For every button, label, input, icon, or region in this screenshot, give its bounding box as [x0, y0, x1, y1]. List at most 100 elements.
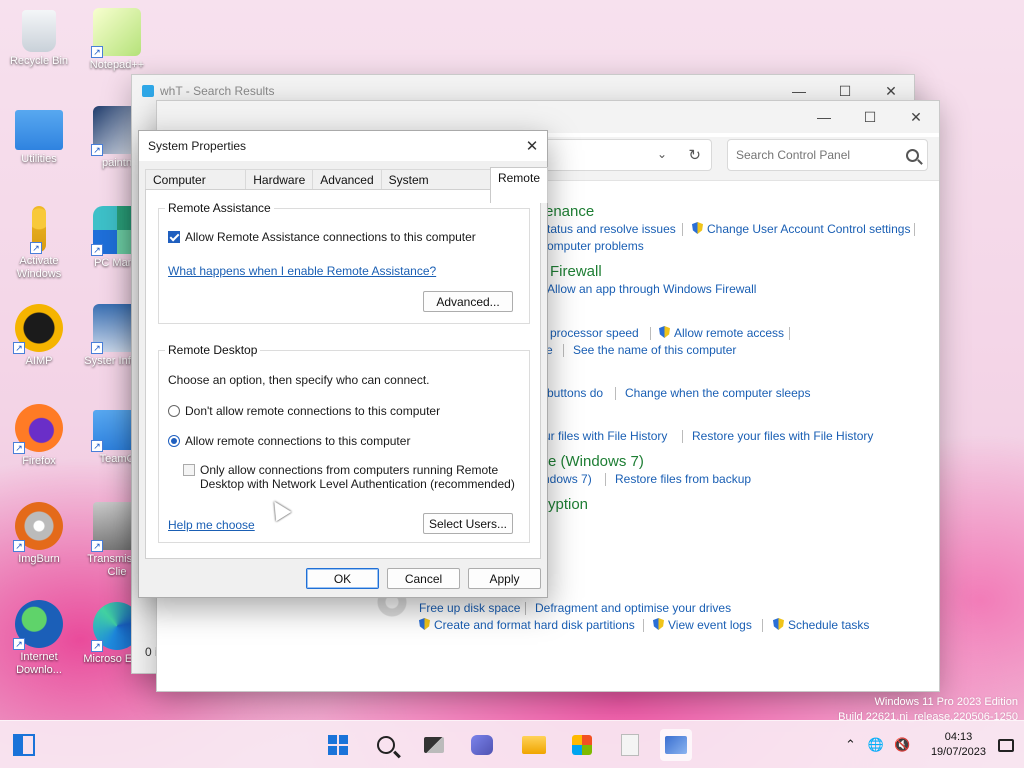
- nla-checkbox[interactable]: Only allow connections from computers ru…: [183, 463, 515, 491]
- imgburn-icon: ↗: [13, 502, 63, 552]
- minimize-button[interactable]: —: [801, 101, 847, 133]
- cp-link-remote-access[interactable]: Allow remote access: [659, 326, 784, 340]
- desktop-icon-firefox[interactable]: ↗ Firefox: [4, 404, 74, 468]
- desktop-icon-activate-windows[interactable]: ↗ Activate Windows: [4, 206, 74, 281]
- checkbox-label: Only allow connections from computers ru…: [200, 463, 515, 491]
- checkbox-unchecked-icon[interactable]: [183, 464, 195, 476]
- cp-link[interactable]: omputer problems: [547, 239, 644, 253]
- desktop-icon-imgburn[interactable]: ↗ ImgBurn: [4, 502, 74, 566]
- widgets-icon[interactable]: [8, 729, 40, 761]
- remote-assistance-group: Remote Assistance Allow Remote Assistanc…: [158, 201, 530, 324]
- search-icon[interactable]: [906, 148, 919, 162]
- cancel-button[interactable]: Cancel: [387, 568, 460, 589]
- notifications-icon[interactable]: [990, 729, 1022, 761]
- key-icon: ↗: [30, 206, 46, 254]
- control-panel-icon[interactable]: [660, 729, 692, 761]
- allow-remote-assistance-checkbox[interactable]: Allow Remote Assistance connections to t…: [168, 230, 476, 244]
- show-hidden-icons-chevron-icon[interactable]: ⌃: [845, 737, 856, 753]
- clock-date: 19/07/2023: [930, 746, 986, 758]
- separator: [682, 430, 683, 443]
- maximize-button[interactable]: ☐: [847, 101, 893, 133]
- remote-assistance-help-link[interactable]: What happens when I enable Remote Assist…: [168, 264, 436, 278]
- network-globe-icon[interactable]: 🌐: [868, 737, 884, 753]
- cp-link-schedule-tasks[interactable]: Schedule tasks: [773, 618, 869, 632]
- cp-link[interactable]: Defragment and optimise your drives: [535, 601, 731, 615]
- internet-download-manager-icon: ↗: [13, 600, 63, 650]
- section-heading[interactable]: Firewall: [550, 263, 602, 280]
- system-properties-dialog[interactable]: System Properties ✕ Computer Name Hardwa…: [138, 130, 548, 598]
- cp-link[interactable]: Restore files from backup: [615, 472, 751, 486]
- desktop-icon-label: Firefox: [22, 455, 56, 467]
- help-me-choose-link[interactable]: Help me choose: [168, 518, 255, 532]
- checkbox-label: Allow Remote Assistance connections to t…: [185, 230, 476, 244]
- desktop-icon-notepad-plus-plus[interactable]: ↗ Notepad++: [82, 8, 152, 72]
- close-icon[interactable]: ✕: [517, 137, 547, 155]
- separator: [650, 327, 651, 340]
- separator: [789, 327, 790, 340]
- radio-selected-icon[interactable]: [168, 435, 180, 447]
- advanced-button[interactable]: Advanced...: [423, 291, 513, 312]
- search-icon[interactable]: [370, 729, 402, 761]
- checkbox-checked-icon[interactable]: [168, 231, 180, 243]
- aimp-icon: ↗: [13, 304, 63, 354]
- address-bar[interactable]: ⌄ ↻: [537, 139, 712, 171]
- cp-link-uac[interactable]: Change User Account Control settings: [692, 222, 910, 236]
- section-heading[interactable]: enance: [545, 203, 594, 220]
- desktop-icon-recycle-bin[interactable]: Recycle Bin: [4, 10, 74, 68]
- close-button[interactable]: ✕: [893, 101, 939, 133]
- tab-remote[interactable]: Remote: [489, 167, 548, 203]
- folder-icon: [15, 110, 63, 150]
- cp-link[interactable]: Restore your files with File History: [692, 429, 873, 443]
- ok-button[interactable]: OK: [306, 568, 379, 589]
- desktop-icon-aimp[interactable]: ↗ AIMP: [4, 304, 74, 368]
- section-heading[interactable]: ryption: [543, 496, 588, 513]
- radio-label: Don't allow remote connections to this c…: [185, 404, 441, 418]
- shield-icon: [659, 326, 670, 338]
- search-input[interactable]: [736, 148, 906, 162]
- dialog-title: System Properties: [148, 139, 247, 153]
- cp-link[interactable]: tatus and resolve issues: [547, 222, 676, 236]
- microsoft-store-icon[interactable]: [566, 729, 598, 761]
- desktop-icon-label: Recycle Bin: [9, 55, 69, 67]
- separator: [525, 602, 526, 615]
- cp-link[interactable]: Allow an app through Windows Firewall: [547, 282, 756, 296]
- start-icon[interactable]: [322, 729, 354, 761]
- system-tray: ⌃ 🌐 🔇: [845, 721, 910, 768]
- taskbar-clock[interactable]: 04:13 19/07/2023: [931, 730, 986, 760]
- cp-link[interactable]: ur files with File History: [544, 429, 667, 443]
- desktop-icon-internet-download-manager[interactable]: ↗ Internet Downlo...: [4, 600, 74, 677]
- control-panel-titlebar[interactable]: — ☐ ✕: [157, 101, 939, 133]
- search-window-title: whT - Search Results: [160, 84, 275, 98]
- file-explorer-icon[interactable]: [518, 729, 550, 761]
- cp-link[interactable]: processor speed: [550, 326, 639, 340]
- cp-link[interactable]: ndows 7): [543, 472, 592, 486]
- separator: [682, 223, 683, 236]
- remote-desktop-instruction: Choose an option, then specify who can c…: [168, 373, 430, 387]
- cp-link-disk-partitions[interactable]: Create and format hard disk partitions: [419, 618, 635, 632]
- dont-allow-remote-radio[interactable]: Don't allow remote connections to this c…: [168, 404, 440, 418]
- refresh-icon[interactable]: ↻: [688, 146, 701, 164]
- cp-link[interactable]: Change when the computer sleeps: [625, 386, 810, 400]
- cp-link[interactable]: Free up disk space: [419, 601, 520, 615]
- separator: [762, 619, 763, 632]
- desktop-icon-label: ImgBurn: [18, 553, 60, 565]
- volume-muted-icon[interactable]: 🔇: [894, 737, 910, 753]
- notepad-icon[interactable]: [614, 729, 646, 761]
- section-heading[interactable]: re (Windows 7): [543, 453, 644, 470]
- radio-unselected-icon[interactable]: [168, 405, 180, 417]
- dialog-titlebar[interactable]: System Properties ✕: [139, 131, 547, 161]
- shield-icon: [653, 618, 664, 630]
- select-users-button[interactable]: Select Users...: [423, 513, 513, 534]
- chevron-down-icon[interactable]: ⌄: [657, 147, 667, 161]
- task-view-icon[interactable]: [418, 729, 450, 761]
- search-control-panel-box[interactable]: [727, 139, 928, 171]
- teams-chat-icon[interactable]: [466, 729, 498, 761]
- allow-remote-radio[interactable]: Allow remote connections to this compute…: [168, 434, 410, 448]
- desktop-icon-utilities[interactable]: Utilities: [4, 104, 74, 166]
- apply-button[interactable]: Apply: [468, 568, 541, 589]
- cp-link-event-logs[interactable]: View event logs: [653, 618, 752, 632]
- group-title: Remote Assistance: [165, 201, 274, 215]
- firefox-icon: ↗: [13, 404, 63, 454]
- cp-link[interactable]: See the name of this computer: [573, 343, 736, 357]
- cp-link[interactable]: buttons do: [547, 386, 603, 400]
